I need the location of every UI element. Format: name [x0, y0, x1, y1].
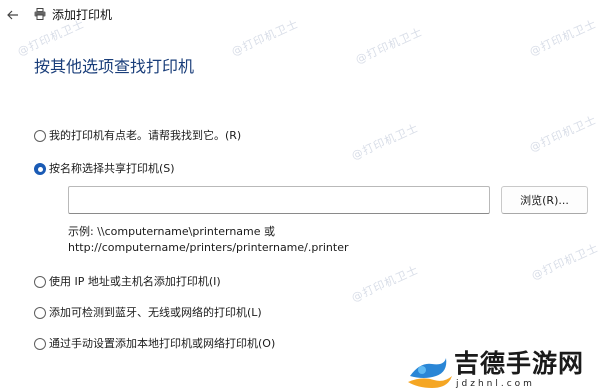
- option-bluetooth-wireless-network[interactable]: 添加可检测到蓝牙、无线或网络的打印机(L): [34, 305, 262, 321]
- watermark: @打印机卫士: [349, 263, 421, 305]
- radio-button[interactable]: [34, 338, 46, 350]
- example-text-line2: http://computername/printers/printername…: [68, 241, 349, 254]
- option-ip-or-hostname[interactable]: 使用 IP 地址或主机名添加打印机(I): [34, 274, 221, 290]
- logo-domain: jdzhnl.com: [456, 379, 535, 389]
- logo-icon: [408, 358, 452, 388]
- option-manual-local-or-network[interactable]: 通过手动设置添加本地打印机或网络打印机(O): [34, 336, 275, 352]
- option-label: 添加可检测到蓝牙、无线或网络的打印机(L): [49, 306, 262, 319]
- watermark: @打印机卫士: [527, 113, 599, 155]
- watermark: @打印机卫士: [527, 17, 599, 59]
- watermark: @打印机卫士: [529, 241, 600, 283]
- printer-icon: [34, 8, 46, 20]
- watermark: @打印机卫士: [353, 25, 425, 67]
- shared-printer-name-input[interactable]: [68, 186, 490, 214]
- option-shared-printer-by-name[interactable]: 按名称选择共享打印机(S): [34, 161, 175, 177]
- watermark: @打印机卫士: [229, 17, 301, 59]
- option-label: 按名称选择共享打印机(S): [49, 162, 175, 175]
- watermark: @打印机卫士: [349, 121, 421, 163]
- example-text-line1: 示例: \\computername\printername 或: [68, 225, 276, 238]
- option-label: 通过手动设置添加本地打印机或网络打印机(O): [49, 337, 276, 350]
- back-arrow-icon[interactable]: [6, 8, 20, 22]
- option-label: 我的打印机有点老。请帮我找到它。(R): [49, 129, 242, 142]
- browse-button[interactable]: 浏览(R)...: [501, 186, 588, 214]
- radio-button[interactable]: [34, 276, 46, 288]
- option-label: 使用 IP 地址或主机名添加打印机(I): [49, 275, 221, 288]
- logo-name: 吉德手游网: [454, 349, 585, 378]
- option-old-printer[interactable]: 我的打印机有点老。请帮我找到它。(R): [34, 128, 241, 144]
- page-heading: 按其他选项查找打印机: [34, 57, 195, 76]
- watermark: @打印机卫士: [15, 17, 87, 59]
- radio-button-selected[interactable]: [34, 163, 46, 175]
- radio-button[interactable]: [34, 307, 46, 319]
- radio-button[interactable]: [34, 130, 46, 142]
